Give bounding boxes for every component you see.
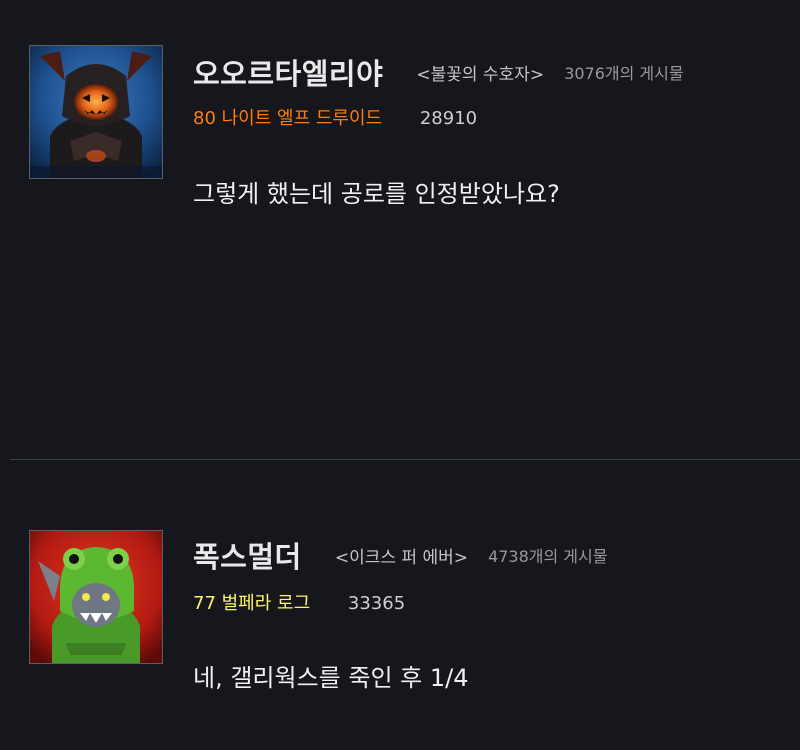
forum-post: 폭스멀더 <이크스 퍼 에버> 4738개의 게시물 77 벌페라 로그 333…	[0, 460, 800, 750]
achievement-points: 28910	[419, 108, 478, 129]
post-body: 그렇게 했는데 공로를 인정받았나요?	[193, 180, 560, 208]
author-name[interactable]: 오오르타엘리야	[193, 51, 383, 93]
avatar-image	[30, 531, 162, 663]
avatar[interactable]	[29, 45, 163, 179]
forum-post: 오오르타엘리야 <불꽃의 수호자> 3076개의 게시물 80 나이트 엘프 드…	[0, 0, 800, 459]
post-body: 네, 갤리웍스를 죽인 후 1/4	[193, 664, 469, 692]
author-line: 폭스멀더 <이크스 퍼 에버> 4738개의 게시물	[193, 534, 607, 576]
character-class: 80 나이트 엘프 드루이드	[193, 108, 383, 129]
guild-title: <불꽃의 수호자>	[416, 64, 545, 85]
character-info: 80 나이트 엘프 드루이드 28910	[193, 104, 477, 130]
post-count: 4738개의 게시물	[488, 547, 608, 566]
author-line: 오오르타엘리야 <불꽃의 수호자> 3076개의 게시물	[193, 51, 684, 93]
character-info: 77 벌페라 로그 33365	[193, 589, 405, 615]
post-count: 3076개의 게시물	[564, 64, 684, 83]
character-class: 77 벌페라 로그	[193, 593, 311, 614]
guild-title: <이크스 퍼 에버>	[334, 547, 468, 568]
achievement-points: 33365	[347, 593, 406, 614]
avatar-image	[30, 46, 162, 178]
author-name[interactable]: 폭스멀더	[193, 534, 302, 576]
avatar[interactable]	[29, 530, 163, 664]
